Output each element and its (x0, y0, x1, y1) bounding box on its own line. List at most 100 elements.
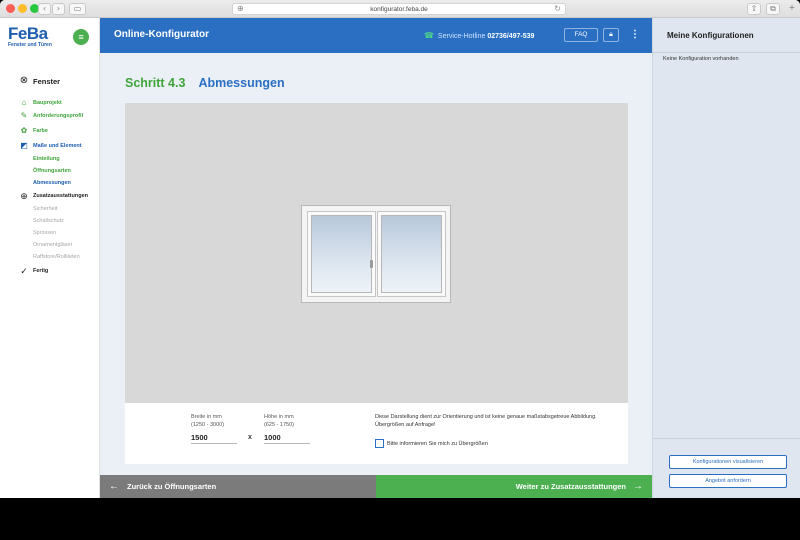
arrow-left-icon: ← (109, 481, 119, 492)
app-title: Online-Konfigurator (114, 29, 209, 40)
app-header: Online-Konfigurator ☎ Service-Hotline 02… (100, 18, 652, 53)
back-nav-icon[interactable]: ‹ (38, 3, 51, 15)
sidebar-subitem-raffstore: Raffstore/Rollläden (0, 251, 100, 265)
sidebar-item-label: Zusatzausstattungen (33, 193, 89, 199)
next-button[interactable]: Weiter zu Zusatzausstattungen → (376, 475, 652, 498)
browser-toolbar: ‹ › ▭ ⊕ konfigurator.feba.de ↻ ⇧ ⧉ + (0, 0, 800, 18)
sidebar-subitem-oeffnungsarten[interactable]: Öffnungsarten (0, 165, 100, 177)
checkmark-icon: ✓ (20, 266, 28, 276)
dimension-separator: x (248, 434, 252, 441)
step-heading: Schritt 4.3 Abmessungen (125, 76, 285, 90)
hotline-label: Service-Hotline (437, 33, 486, 40)
tabs-icon[interactable]: ⧉ (766, 3, 780, 15)
logo-wordmark: FeBa (8, 24, 48, 43)
next-button-label: Weiter zu Zusatzausstattungen (515, 482, 626, 491)
address-bar[interactable]: ⊕ konfigurator.feba.de ↻ (232, 3, 566, 15)
palette-icon: ✿ (20, 126, 28, 135)
more-options-icon[interactable]: ⋮ (630, 28, 640, 42)
new-tab-icon[interactable]: + (786, 3, 798, 15)
share-icon[interactable]: ⇧ (747, 3, 761, 15)
sidebar-item-label: Bauprojekt (33, 100, 62, 106)
security-icon: ⊕ (237, 4, 244, 13)
sidebar-item-label: Fertig (33, 268, 49, 274)
dimensions-form: Breite in mm (1250 - 3000) 1500 x Höhe i… (125, 403, 628, 464)
menu-icon[interactable]: ≡ (73, 29, 89, 45)
feba-logo[interactable]: FeBa Fenster und Türen (8, 24, 52, 48)
sidebar-subitem-schallschutz: Schallschutz (0, 215, 100, 227)
sidebar-item-label: Maße und Element (33, 143, 82, 149)
sidebar-item-masse-und-element[interactable]: ◩ Maße und Element (0, 140, 100, 153)
step-navigation: ⊗ Fenster ⌂ Bauprojekt ✎ Anforderungspro… (0, 75, 100, 277)
service-hotline[interactable]: ☎ Service-Hotline 02736/497-539 (424, 31, 534, 40)
sidebar-subitem-label: Sicherheit (33, 206, 58, 212)
sidebar-section-title: Fenster (33, 77, 61, 86)
sidebar-item-label: Anforderungsprofil (33, 113, 84, 119)
sidebar-section-fenster: ⊗ Fenster (0, 75, 100, 93)
close-circle-icon: ⊗ (19, 75, 29, 86)
sidebar-subitem-label: Einteilung (33, 156, 60, 162)
sidebar-subitem-ornamentglaeser: Ornamentgläser (0, 239, 100, 251)
reload-icon[interactable]: ↻ (554, 4, 561, 14)
sidebar-subitem-label: Schallschutz (33, 218, 64, 224)
sidebar-item-bauprojekt[interactable]: ⌂ Bauprojekt (0, 97, 100, 110)
sidebar-subitem-label: Sprossen (33, 230, 57, 236)
panel-title: Meine Konfigurationen (653, 18, 800, 53)
forward-nav-icon[interactable]: › (52, 3, 65, 15)
sidebar-subitem-einteilung[interactable]: Einteilung (0, 153, 100, 165)
sidebar-section-fertig[interactable]: ✓ Fertig (0, 265, 100, 277)
step-name: Abmessungen (198, 76, 285, 90)
logo-tagline: Fenster und Türen (8, 42, 52, 48)
sidebar-section-zusatzausstattungen[interactable]: ⊕ Zusatzausstattungen (0, 190, 100, 203)
height-input[interactable]: 1000 (264, 431, 310, 444)
minimize-window-button[interactable] (18, 4, 27, 13)
width-input[interactable]: 1500 (191, 431, 237, 444)
sidebar: FeBa Fenster und Türen ≡ ⊗ Fenster ⌂ Bau… (0, 18, 100, 498)
sidebar-item-label: Farbe (33, 128, 48, 134)
sidebar-subitem-label: Raffstore/Rollläden (33, 254, 80, 260)
left-glass-pane (311, 215, 372, 293)
main-content: Schritt 4.3 Abmessungen Breite in mm (12… (100, 53, 652, 475)
sidebar-subitem-sicherheit: Sicherheit (0, 203, 100, 215)
lock-icon[interactable]: 🔒︎ (603, 28, 619, 42)
panel-actions: Konfigurationen visualisieren Angebot an… (653, 438, 800, 498)
height-range: (625 - 1750) (264, 422, 294, 428)
request-offer-button[interactable]: Angebot anfordern (669, 474, 787, 488)
back-button[interactable]: ← Zurück zu Öffnungsarten (100, 475, 376, 498)
plus-circle-icon: ⊕ (20, 191, 28, 201)
sidebar-subitem-abmessungen[interactable]: Abmessungen (0, 177, 100, 190)
oversize-info-checkbox[interactable] (375, 439, 384, 448)
width-range: (1250 - 3000) (191, 422, 225, 428)
right-sash (377, 211, 446, 297)
sidebar-subitem-label: Ornamentgläser (33, 242, 73, 248)
visualize-configurations-button[interactable]: Konfigurationen visualisieren (669, 455, 787, 469)
sidebar-subitem-label: Abmessungen (33, 180, 71, 186)
leaf-icon: ✎ (20, 111, 28, 120)
sidebar-toggle-icon[interactable]: ▭ (69, 3, 86, 15)
sidebar-item-farbe[interactable]: ✿ Farbe (0, 125, 100, 140)
step-number: Schritt 4.3 (125, 76, 186, 90)
left-sash (307, 211, 376, 297)
sidebar-subitem-sprossen: Sprossen (0, 227, 100, 239)
window-preview (125, 103, 628, 403)
oversize-info-label[interactable]: Bitte informieren Sie mich zu Übergrößen (387, 440, 488, 448)
browser-window: ‹ › ▭ ⊕ konfigurator.feba.de ↻ ⇧ ⧉ + FeB… (0, 0, 800, 498)
window-frame-illustration (301, 205, 451, 303)
arrow-right-icon: → (633, 481, 643, 492)
close-window-button[interactable] (6, 4, 15, 13)
house-icon: ⌂ (21, 98, 27, 107)
height-label: Höhe in mm (264, 414, 294, 420)
configurations-panel: Meine Konfigurationen Keine Konfiguratio… (652, 18, 800, 498)
phone-icon: ☎ (424, 31, 434, 40)
sidebar-subitem-label: Öffnungsarten (33, 168, 71, 174)
empty-configurations-text: Keine Konfiguration vorhanden (663, 56, 739, 62)
hotline-number: 02736/497-539 (487, 33, 535, 40)
window-handle-icon (370, 260, 373, 268)
width-label: Breite in mm (191, 414, 222, 420)
back-button-label: Zurück zu Öffnungsarten (127, 482, 217, 491)
sidebar-item-anforderungsprofil[interactable]: ✎ Anforderungsprofil (0, 110, 100, 125)
ruler-icon: ◩ (20, 141, 28, 150)
right-glass-pane (381, 215, 442, 293)
url-text: konfigurator.feba.de (370, 6, 428, 13)
faq-button[interactable]: FAQ (564, 28, 598, 42)
scale-disclaimer: Diese Darstellung dient zur Orientierung… (375, 414, 597, 428)
